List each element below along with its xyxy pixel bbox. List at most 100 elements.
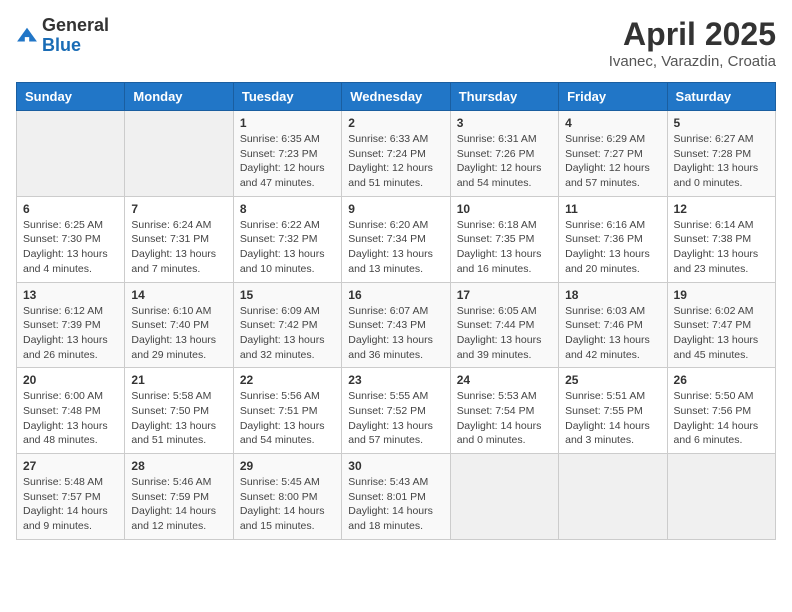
day-number: 16 [348, 288, 443, 302]
calendar-cell [667, 454, 775, 540]
calendar-cell [559, 454, 667, 540]
day-info: Sunrise: 6:31 AMSunset: 7:26 PMDaylight:… [457, 132, 552, 191]
day-number: 1 [240, 116, 335, 130]
calendar-cell: 26 Sunrise: 5:50 AMSunset: 7:56 PMDayligh… [667, 368, 775, 454]
calendar-cell: 5 Sunrise: 6:27 AMSunset: 7:28 PMDaylight… [667, 111, 775, 197]
day-info: Sunrise: 6:05 AMSunset: 7:44 PMDaylight:… [457, 304, 552, 363]
day-info: Sunrise: 6:25 AMSunset: 7:30 PMDaylight:… [23, 218, 118, 277]
day-number: 11 [565, 202, 660, 216]
day-number: 6 [23, 202, 118, 216]
day-number: 27 [23, 459, 118, 473]
day-number: 25 [565, 373, 660, 387]
calendar-cell: 25 Sunrise: 5:51 AMSunset: 7:55 PMDayligh… [559, 368, 667, 454]
calendar-cell: 4 Sunrise: 6:29 AMSunset: 7:27 PMDaylight… [559, 111, 667, 197]
day-number: 19 [674, 288, 769, 302]
weekday-header-sunday: Sunday [17, 83, 125, 111]
logo-general-text: General [42, 16, 109, 36]
calendar-cell: 24 Sunrise: 5:53 AMSunset: 7:54 PMDayligh… [450, 368, 558, 454]
calendar-cell: 12Sunrise: 6:14 AMSunset: 7:38 PMDayligh… [667, 196, 775, 282]
day-info: Sunrise: 6:33 AMSunset: 7:24 PMDaylight:… [348, 132, 443, 191]
day-number: 7 [131, 202, 226, 216]
day-info: Sunrise: 5:55 AMSunset: 7:52 PMDaylight:… [348, 389, 443, 448]
day-info: Sunrise: 6:27 AMSunset: 7:28 PMDaylight:… [674, 132, 769, 191]
logo-blue-text: Blue [42, 36, 109, 56]
calendar-week-row: 27 Sunrise: 5:48 AMSunset: 7:57 PMDayligh… [17, 454, 776, 540]
day-number: 14 [131, 288, 226, 302]
day-info: Sunrise: 6:16 AMSunset: 7:36 PMDaylight:… [565, 218, 660, 277]
day-number: 26 [674, 373, 769, 387]
day-info: Sunrise: 5:53 AMSunset: 7:54 PMDaylight:… [457, 389, 552, 448]
calendar-cell [125, 111, 233, 197]
day-info: Sunrise: 6:18 AMSunset: 7:35 PMDaylight:… [457, 218, 552, 277]
day-number: 10 [457, 202, 552, 216]
day-number: 20 [23, 373, 118, 387]
calendar-week-row: 20 Sunrise: 6:00 AMSunset: 7:48 PMDayligh… [17, 368, 776, 454]
day-info: Sunrise: 5:46 AMSunset: 7:59 PMDaylight:… [131, 475, 226, 534]
calendar-week-row: 6 Sunrise: 6:25 AMSunset: 7:30 PMDaylight… [17, 196, 776, 282]
day-number: 22 [240, 373, 335, 387]
day-number: 18 [565, 288, 660, 302]
day-info: Sunrise: 6:22 AMSunset: 7:32 PMDaylight:… [240, 218, 335, 277]
calendar-cell: 21Sunrise: 5:58 AMSunset: 7:50 PMDayligh… [125, 368, 233, 454]
calendar-cell: 8 Sunrise: 6:22 AMSunset: 7:32 PMDaylight… [233, 196, 341, 282]
logo: General Blue [16, 16, 109, 56]
day-info: Sunrise: 6:02 AMSunset: 7:47 PMDaylight:… [674, 304, 769, 363]
calendar-cell: 7Sunrise: 6:24 AMSunset: 7:31 PMDaylight… [125, 196, 233, 282]
day-number: 9 [348, 202, 443, 216]
calendar-cell: 20 Sunrise: 6:00 AMSunset: 7:48 PMDayligh… [17, 368, 125, 454]
day-number: 15 [240, 288, 335, 302]
calendar-cell: 19 Sunrise: 6:02 AMSunset: 7:47 PMDayligh… [667, 282, 775, 368]
day-number: 30 [348, 459, 443, 473]
day-info: Sunrise: 6:10 AMSunset: 7:40 PMDaylight:… [131, 304, 226, 363]
day-number: 28 [131, 459, 226, 473]
calendar-cell: 15 Sunrise: 6:09 AMSunset: 7:42 PMDayligh… [233, 282, 341, 368]
day-number: 23 [348, 373, 443, 387]
calendar-subtitle: Ivanec, Varazdin, Croatia [609, 53, 776, 70]
calendar-cell: 17 Sunrise: 6:05 AMSunset: 7:44 PMDayligh… [450, 282, 558, 368]
day-info: Sunrise: 5:45 AMSunset: 8:00 PMDaylight:… [240, 475, 335, 534]
weekday-header-friday: Friday [559, 83, 667, 111]
calendar-cell [450, 454, 558, 540]
day-number: 5 [674, 116, 769, 130]
day-number: 29 [240, 459, 335, 473]
calendar-week-row: 1 Sunrise: 6:35 AMSunset: 7:23 PMDaylight… [17, 111, 776, 197]
calendar-cell: 16Sunrise: 6:07 AMSunset: 7:43 PMDayligh… [342, 282, 450, 368]
weekday-header-saturday: Saturday [667, 83, 775, 111]
calendar-cell: 27 Sunrise: 5:48 AMSunset: 7:57 PMDayligh… [17, 454, 125, 540]
weekday-header-row: SundayMondayTuesdayWednesdayThursdayFrid… [17, 83, 776, 111]
title-area: April 2025 Ivanec, Varazdin, Croatia [609, 16, 776, 70]
day-number: 12 [674, 202, 769, 216]
calendar-week-row: 13Sunrise: 6:12 AMSunset: 7:39 PMDayligh… [17, 282, 776, 368]
calendar-cell: 13Sunrise: 6:12 AMSunset: 7:39 PMDayligh… [17, 282, 125, 368]
weekday-header-monday: Monday [125, 83, 233, 111]
calendar-cell: 28 Sunrise: 5:46 AMSunset: 7:59 PMDayligh… [125, 454, 233, 540]
day-info: Sunrise: 6:35 AMSunset: 7:23 PMDaylight:… [240, 132, 335, 191]
day-info: Sunrise: 6:20 AMSunset: 7:34 PMDaylight:… [348, 218, 443, 277]
calendar-cell: 9 Sunrise: 6:20 AMSunset: 7:34 PMDaylight… [342, 196, 450, 282]
day-info: Sunrise: 5:58 AMSunset: 7:50 PMDaylight:… [131, 389, 226, 448]
header: General Blue April 2025 Ivanec, Varazdin… [16, 16, 776, 70]
calendar-cell: 2Sunrise: 6:33 AMSunset: 7:24 PMDaylight… [342, 111, 450, 197]
day-info: Sunrise: 5:50 AMSunset: 7:56 PMDaylight:… [674, 389, 769, 448]
day-info: Sunrise: 6:29 AMSunset: 7:27 PMDaylight:… [565, 132, 660, 191]
calendar-cell: 14 Sunrise: 6:10 AMSunset: 7:40 PMDayligh… [125, 282, 233, 368]
day-number: 3 [457, 116, 552, 130]
calendar-cell: 11 Sunrise: 6:16 AMSunset: 7:36 PMDayligh… [559, 196, 667, 282]
day-number: 24 [457, 373, 552, 387]
day-number: 17 [457, 288, 552, 302]
day-info: Sunrise: 5:48 AMSunset: 7:57 PMDaylight:… [23, 475, 118, 534]
calendar-cell: 10 Sunrise: 6:18 AMSunset: 7:35 PMDayligh… [450, 196, 558, 282]
logo-icon [16, 25, 38, 47]
day-number: 8 [240, 202, 335, 216]
day-info: Sunrise: 5:43 AMSunset: 8:01 PMDaylight:… [348, 475, 443, 534]
day-info: Sunrise: 6:03 AMSunset: 7:46 PMDaylight:… [565, 304, 660, 363]
calendar-cell: 30 Sunrise: 5:43 AMSunset: 8:01 PMDayligh… [342, 454, 450, 540]
day-info: Sunrise: 6:09 AMSunset: 7:42 PMDaylight:… [240, 304, 335, 363]
calendar-cell [17, 111, 125, 197]
calendar-body: 1 Sunrise: 6:35 AMSunset: 7:23 PMDaylight… [17, 111, 776, 540]
day-info: Sunrise: 5:51 AMSunset: 7:55 PMDaylight:… [565, 389, 660, 448]
weekday-header-wednesday: Wednesday [342, 83, 450, 111]
day-info: Sunrise: 6:00 AMSunset: 7:48 PMDaylight:… [23, 389, 118, 448]
day-number: 4 [565, 116, 660, 130]
day-info: Sunrise: 6:12 AMSunset: 7:39 PMDaylight:… [23, 304, 118, 363]
